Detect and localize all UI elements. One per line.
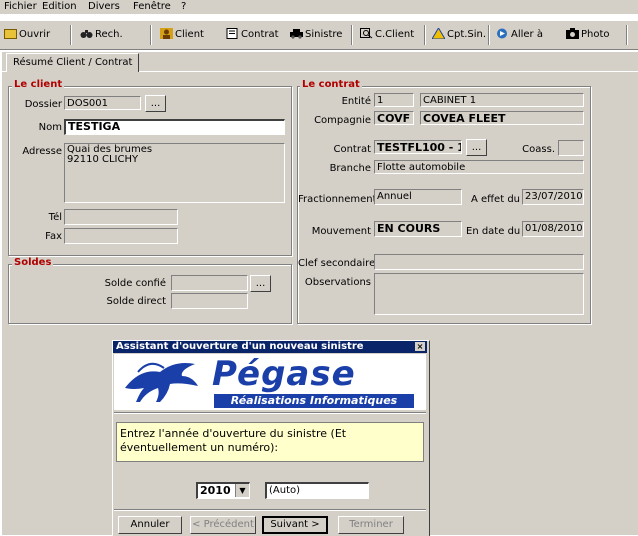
branch-label: Branche: [329, 163, 371, 174]
solde-browse-button[interactable]: ...: [250, 275, 271, 292]
claim-button[interactable]: Sinistre: [290, 27, 342, 43]
cpt-sin-button[interactable]: Cpt.Sin.: [431, 27, 486, 43]
pegasus-horse-icon: [125, 362, 198, 402]
company-label: Compagnie: [314, 115, 371, 126]
pegase-logo-banner: Pégase Réalisations Informatiques: [114, 354, 426, 410]
observations-field[interactable]: [374, 273, 584, 315]
solde-direct-field[interactable]: [171, 293, 248, 309]
soldes-group: [8, 264, 292, 324]
year-select[interactable]: 2010 ▼: [196, 482, 250, 499]
contract-button[interactable]: Contrat: [226, 27, 279, 43]
goto-icon: [496, 28, 509, 39]
logo-word: Pégase: [212, 354, 356, 394]
folder-icon: [4, 29, 17, 39]
movement-date-label: En date du: [466, 226, 521, 237]
tel-label: Tél: [48, 212, 62, 223]
next-button[interactable]: Suivant >: [262, 516, 328, 534]
open-button[interactable]: Ouvrir: [4, 27, 50, 43]
branch-field[interactable]: Flotte automobile: [374, 160, 584, 174]
cancel-button[interactable]: Annuler: [118, 516, 182, 534]
contract-number-field[interactable]: TESTFL100 - 1: [374, 140, 462, 154]
search-client-icon: [360, 28, 373, 39]
dialog-divider: [114, 412, 426, 414]
previous-button[interactable]: < Précédent: [190, 516, 256, 534]
dossier-browse-button[interactable]: ...: [145, 95, 166, 112]
goto-button[interactable]: Aller à: [496, 27, 543, 43]
finish-button[interactable]: Terminer: [338, 516, 404, 534]
split-field[interactable]: Annuel: [374, 189, 462, 205]
observations-label: Observations: [304, 277, 371, 288]
company-code-field[interactable]: COVF: [374, 111, 414, 125]
toolbar-separator: [424, 25, 426, 45]
coass-field[interactable]: [558, 140, 584, 156]
entity-label: Entité: [341, 96, 371, 107]
movement-field[interactable]: EN COURS: [374, 221, 462, 237]
secondary-key-label: Clef secondaire: [298, 258, 376, 269]
toolbar: Ouvrir Rech. Client Contrat Sinistre C.C…: [0, 20, 638, 50]
dossier-label: Dossier: [24, 99, 62, 110]
tel-field[interactable]: [64, 209, 178, 225]
year-value: 2010: [200, 484, 231, 497]
menu-divers[interactable]: Divers: [88, 1, 120, 12]
contract-label: Contrat: [333, 144, 371, 155]
solde-direct-label: Solde direct: [106, 296, 166, 307]
fax-label: Fax: [45, 231, 62, 242]
solde-confie-field[interactable]: [171, 275, 248, 291]
client-button[interactable]: Client: [160, 27, 204, 43]
dialog-button-divider: [114, 509, 426, 511]
contract-browse-button[interactable]: ...: [466, 139, 487, 156]
name-label: Nom: [38, 122, 62, 133]
chevron-down-icon[interactable]: ▼: [235, 484, 249, 497]
fax-field[interactable]: [64, 228, 178, 244]
address-label: Adresse: [22, 146, 62, 157]
dialog-title-bar: Assistant d'ouverture d'un nouveau sinis…: [113, 341, 427, 353]
toolbar-separator: [351, 25, 353, 45]
claim-number-field[interactable]: (Auto): [265, 482, 369, 499]
soldes-group-title: Soldes: [12, 257, 54, 268]
car-crash-icon: [290, 28, 303, 39]
address-field[interactable]: Quai des brumes 92110 CLICHY: [64, 143, 285, 203]
dialog-title: Assistant d'ouverture d'un nouveau sinis…: [116, 341, 364, 352]
dossier-field[interactable]: DOS001: [64, 96, 141, 110]
name-field[interactable]: TESTIGA: [64, 119, 285, 135]
photo-button[interactable]: Photo: [566, 27, 610, 43]
tab-resume-client-contrat[interactable]: Résumé Client / Contrat: [6, 53, 140, 72]
solde-confie-label: Solde confié: [104, 278, 166, 289]
coass-label: Coass.: [522, 144, 555, 155]
toolbar-separator: [70, 25, 72, 45]
company-name-field[interactable]: COVEA FLEET: [420, 111, 584, 125]
client-group-title: Le client: [12, 79, 65, 90]
document-icon: [226, 28, 239, 39]
search-button[interactable]: Rech.: [80, 27, 123, 43]
c-client-button[interactable]: C.Client: [360, 27, 414, 43]
entity-name-field[interactable]: CABINET 1: [420, 93, 584, 107]
movement-date-field[interactable]: 01/08/2010: [522, 221, 584, 237]
contract-group-title: Le contrat: [300, 79, 362, 90]
split-label: Fractionnement: [298, 194, 377, 205]
close-icon[interactable]: ×: [415, 342, 425, 351]
effect-date-field[interactable]: 23/07/2010: [522, 189, 584, 205]
year-prompt-text: Entrez l'année d'ouverture du sinistre (…: [116, 422, 424, 462]
toolbar-separator: [626, 25, 628, 45]
binoculars-icon: [80, 28, 93, 39]
logo-subtitle: Réalisations Informatiques: [214, 394, 414, 408]
toolbar-separator: [488, 25, 490, 45]
entity-code-field[interactable]: 1: [374, 93, 414, 107]
menu-edition[interactable]: Edition: [42, 1, 77, 12]
menu-help[interactable]: ?: [181, 1, 186, 12]
movement-label: Mouvement: [311, 226, 371, 237]
effect-label: A effet du: [471, 194, 520, 205]
warning-icon: [431, 27, 446, 40]
client-icon: [160, 28, 173, 39]
menu-fichier[interactable]: Fichier: [4, 1, 37, 12]
camera-icon: [566, 28, 579, 39]
toolbar-separator: [150, 25, 152, 45]
secondary-key-field[interactable]: [374, 254, 584, 270]
menu-bar: Fichier Edition Divers Fenêtre ?: [0, 0, 638, 14]
menu-fenetre[interactable]: Fenêtre: [133, 1, 171, 12]
